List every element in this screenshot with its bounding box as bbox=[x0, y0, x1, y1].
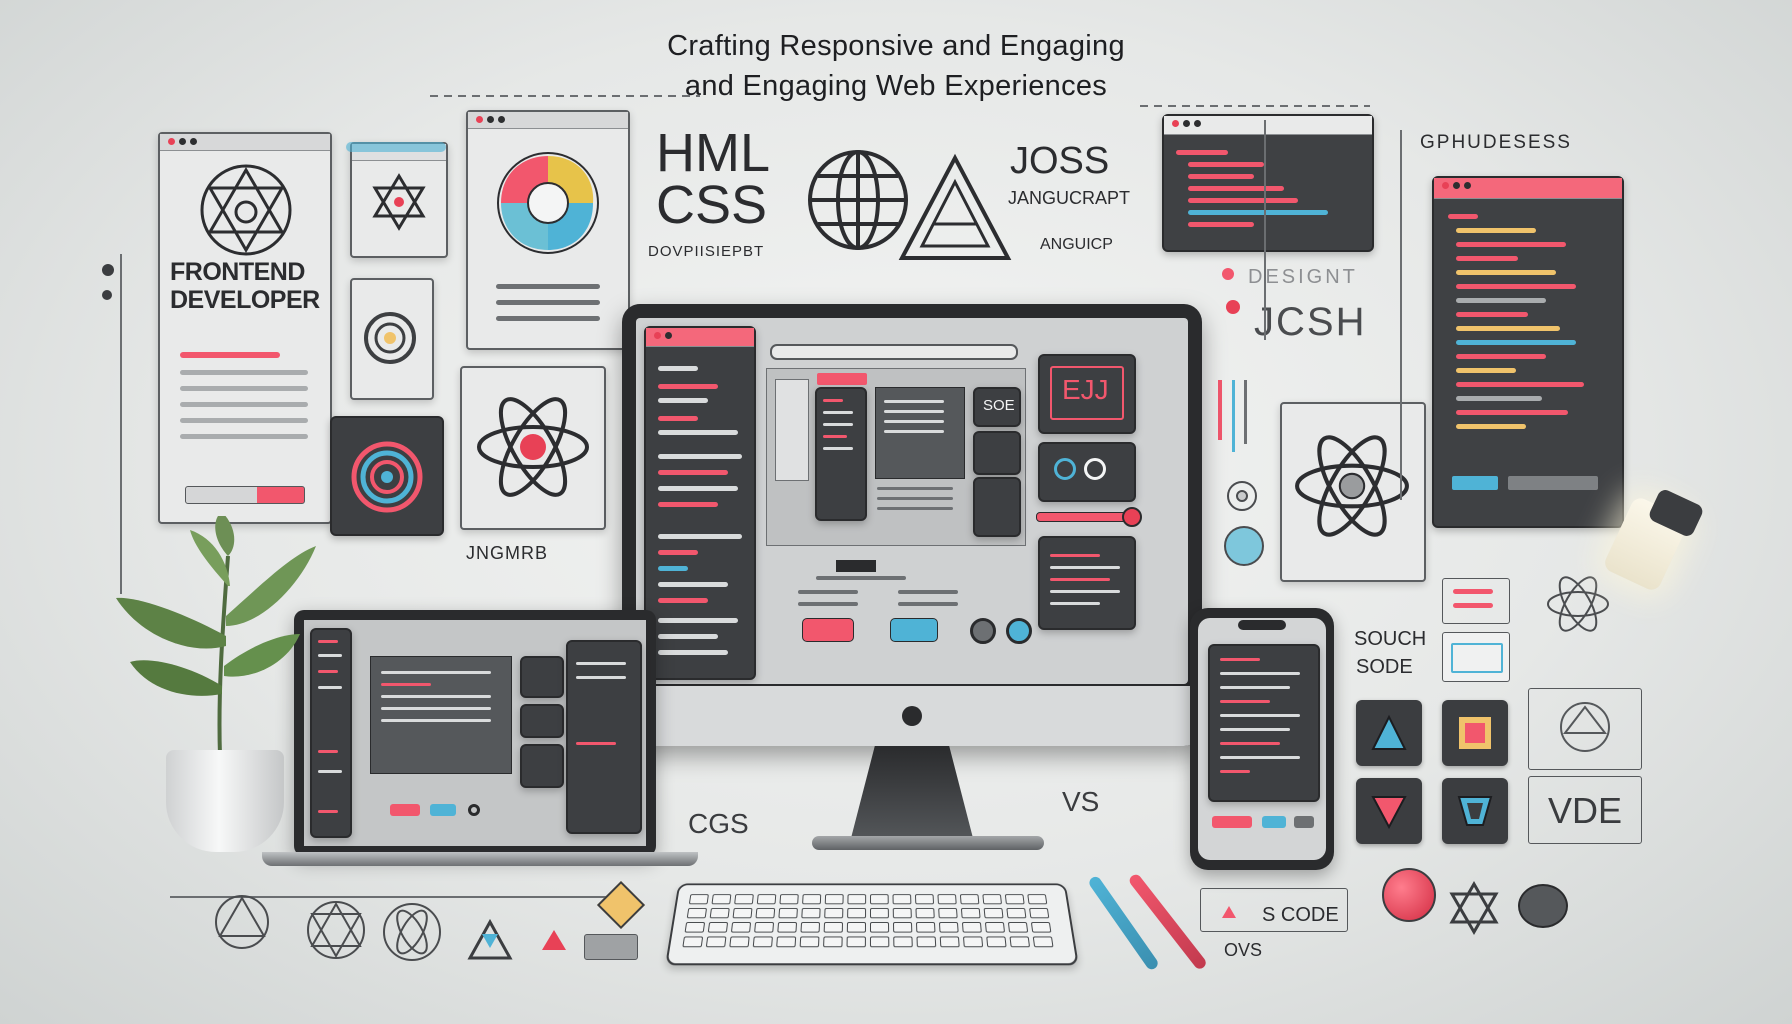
headline-line-1: Crafting Responsive and Engaging bbox=[667, 30, 1125, 62]
down-triangle-icon bbox=[1371, 796, 1407, 830]
jangucrapt-label: JANGUCRAPT bbox=[1008, 188, 1131, 208]
atom-icon bbox=[1227, 481, 1257, 511]
sode-label: SODE bbox=[1356, 656, 1413, 678]
desktop-monitor: SOE EJJ bbox=[622, 304, 1202, 746]
joss-label: JOSS bbox=[1010, 140, 1110, 182]
star-of-david-icon bbox=[372, 173, 426, 231]
code-window-small bbox=[1162, 114, 1374, 252]
star-tile bbox=[350, 142, 448, 258]
screen-sidebar bbox=[644, 326, 756, 680]
record-button[interactable] bbox=[1382, 868, 1436, 922]
triangle-tile[interactable] bbox=[1356, 700, 1422, 766]
text-line bbox=[180, 370, 308, 375]
anguicp-label: ANGUICP bbox=[1040, 236, 1113, 253]
slider-handle[interactable] bbox=[1122, 507, 1142, 527]
monitor-base bbox=[812, 836, 1044, 850]
code-window-tall bbox=[1432, 176, 1624, 528]
dashed-rule bbox=[430, 95, 700, 97]
phone-screen bbox=[1198, 618, 1326, 860]
star-of-david-icon bbox=[1449, 881, 1499, 935]
frontend-label: FRONTEND bbox=[170, 258, 305, 286]
toggle-icon bbox=[1518, 884, 1568, 928]
css-label: CSS bbox=[656, 175, 768, 235]
hml-label: HML bbox=[656, 123, 771, 183]
laptop-base bbox=[262, 852, 698, 866]
smartphone bbox=[1190, 608, 1334, 870]
down-triangle-tile[interactable] bbox=[1356, 778, 1422, 844]
inner-window: SOE bbox=[766, 368, 1026, 546]
triangle-logo-icon bbox=[898, 153, 1012, 260]
secondary-button[interactable] bbox=[890, 618, 938, 642]
triangle-icon bbox=[542, 930, 566, 950]
palette-icon bbox=[497, 152, 599, 254]
vs-label: VS bbox=[1062, 786, 1100, 817]
sketch-frame bbox=[1528, 688, 1642, 770]
ovs-label: OVS bbox=[1224, 940, 1263, 960]
text-line bbox=[180, 434, 308, 439]
radio-button[interactable] bbox=[1006, 618, 1032, 644]
soe-label: SOE bbox=[983, 397, 1015, 414]
ejj-card: EJJ bbox=[1038, 354, 1136, 434]
headline-line-2: and Engaging Web Experiences bbox=[684, 70, 1108, 102]
radio-button[interactable] bbox=[970, 618, 996, 644]
developer-label: DEVELOPER bbox=[170, 286, 320, 314]
atom-icon bbox=[1295, 435, 1409, 537]
text-line bbox=[180, 418, 308, 423]
text-line bbox=[180, 352, 280, 358]
badge-icon bbox=[1224, 526, 1264, 566]
laptop bbox=[294, 610, 656, 856]
cgs-label: CGS bbox=[688, 808, 749, 839]
vde-label: VDE bbox=[1548, 790, 1623, 831]
atom-icon bbox=[477, 397, 589, 497]
plant-pot bbox=[166, 750, 284, 852]
frontend-developer-card: FRONTEND DEVELOPER bbox=[158, 132, 332, 524]
toggle-card bbox=[1038, 442, 1136, 502]
square-tile[interactable] bbox=[1442, 700, 1508, 766]
star-of-david-icon bbox=[307, 901, 365, 959]
dovpii-label: DOVPIISIEPBT bbox=[648, 243, 765, 260]
dashed-rule bbox=[1140, 105, 1370, 107]
target-icon bbox=[364, 312, 416, 364]
toggle-bar bbox=[346, 142, 446, 152]
diamond-icon bbox=[596, 880, 646, 930]
atom-icon bbox=[1547, 576, 1609, 632]
text-line bbox=[180, 386, 308, 391]
star-icon bbox=[467, 918, 513, 960]
list-icon bbox=[1442, 578, 1510, 624]
code-card bbox=[1038, 536, 1136, 630]
jngmrb-label: JNGMRB bbox=[466, 543, 548, 563]
keyboard bbox=[665, 883, 1079, 966]
square-icon bbox=[1459, 717, 1491, 749]
compass-sketch-icon bbox=[215, 895, 269, 949]
progress-slider[interactable] bbox=[1036, 512, 1134, 522]
concentric-icon-tile bbox=[330, 416, 444, 536]
window-header bbox=[160, 134, 330, 151]
ejj-label: EJJ bbox=[1062, 374, 1109, 405]
primary-button[interactable] bbox=[802, 618, 854, 642]
react-card-right bbox=[1280, 402, 1426, 582]
souch-label: SOUCH bbox=[1354, 628, 1427, 650]
triangle-icon bbox=[1371, 714, 1407, 750]
gphudesess-label: GPHUDESESS bbox=[1420, 132, 1572, 153]
target-tile bbox=[350, 278, 434, 400]
monitor-screen: SOE EJJ bbox=[636, 318, 1188, 684]
trapezoid-icon bbox=[1457, 796, 1493, 826]
cta-button[interactable] bbox=[185, 486, 305, 504]
plant-decoration bbox=[116, 516, 316, 757]
react-card bbox=[460, 366, 606, 530]
monitor-stand bbox=[850, 746, 974, 842]
search-input[interactable] bbox=[770, 344, 1018, 360]
monitor-chin bbox=[622, 686, 1202, 746]
target-icon bbox=[351, 441, 423, 513]
trapezoid-tile[interactable] bbox=[1442, 778, 1508, 844]
code-icon bbox=[1442, 632, 1510, 682]
atom-icon bbox=[383, 903, 441, 961]
star-of-david-icon bbox=[200, 164, 292, 256]
design-card bbox=[466, 110, 630, 350]
text-line bbox=[180, 402, 308, 407]
jcsh-label: JCSH bbox=[1254, 300, 1367, 344]
laptop-screen bbox=[304, 620, 646, 846]
globe-icon bbox=[808, 150, 908, 250]
